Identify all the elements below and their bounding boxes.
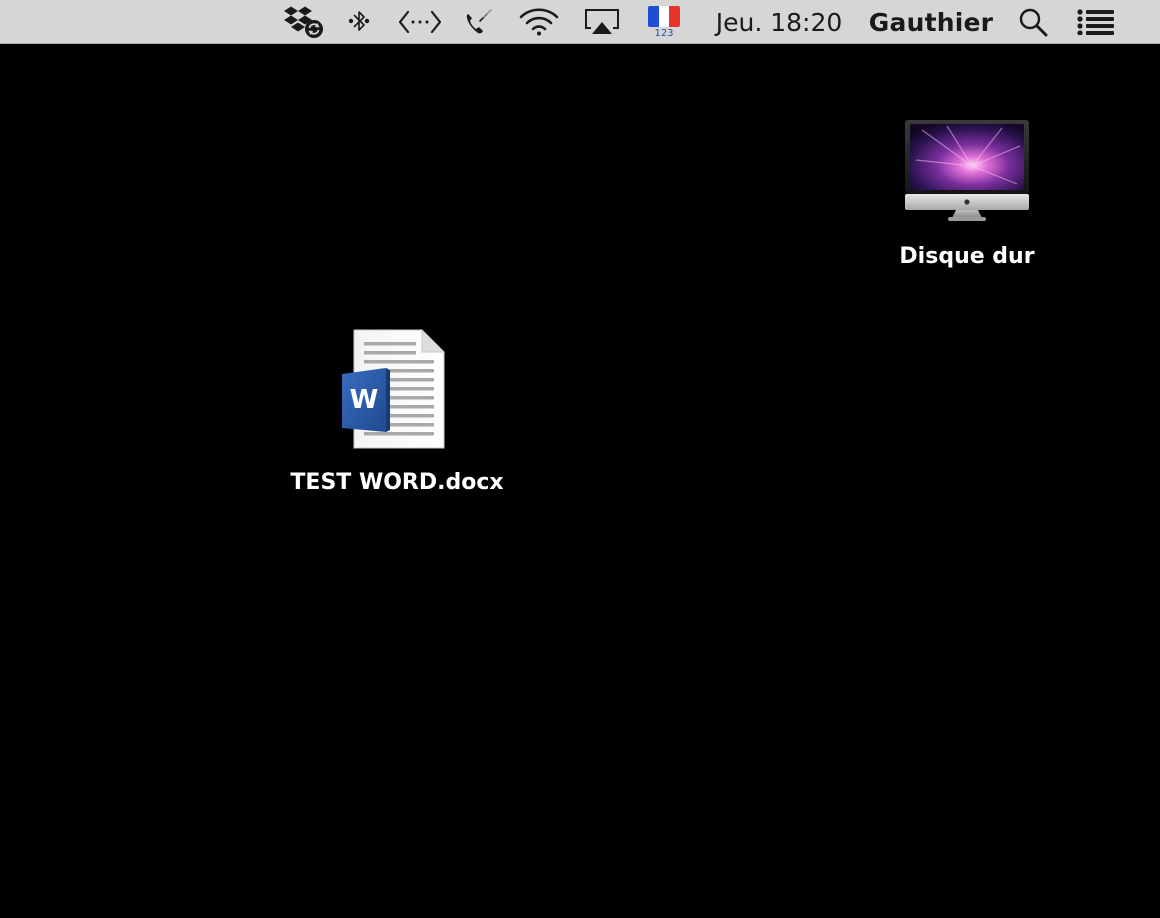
bluetooth-icon[interactable] <box>343 0 375 44</box>
french-flag-icon[interactable]: 123 <box>642 0 686 44</box>
flag <box>648 5 680 27</box>
phone-icon[interactable] <box>459 0 499 44</box>
code-brackets-icon[interactable] <box>396 0 444 44</box>
search-icon[interactable] <box>1013 0 1053 44</box>
menu-user[interactable]: Gauthier <box>868 0 994 44</box>
imac-icon <box>902 116 1032 224</box>
menu-clock[interactable]: Jeu. 18:20 <box>708 0 850 44</box>
input-source-label: 123 <box>654 27 674 39</box>
hard-disk-label: Disque dur <box>899 244 1035 269</box>
list-icon[interactable] <box>1072 0 1120 44</box>
desktop-item-word-document[interactable]: W TEST WORD.docx <box>282 328 512 495</box>
input-source: 123 <box>648 5 680 39</box>
clock-text: Jeu. 18:20 <box>715 7 843 37</box>
wifi-icon[interactable] <box>516 0 562 44</box>
desktop-item-hard-disk[interactable]: Disque dur <box>886 116 1048 269</box>
airplay-icon[interactable] <box>580 0 624 44</box>
user-name: Gauthier <box>868 7 994 37</box>
desktop-screen: 123 Jeu. 18:20 Gauthier Disque dur W TES… <box>0 0 1160 918</box>
word-document-label: TEST WORD.docx <box>290 470 504 495</box>
dropbox-sync-icon[interactable] <box>280 0 326 44</box>
word-badge: W <box>350 385 379 415</box>
menu-bar: 123 Jeu. 18:20 Gauthier <box>0 0 1160 44</box>
word-document-icon: W <box>342 328 452 450</box>
